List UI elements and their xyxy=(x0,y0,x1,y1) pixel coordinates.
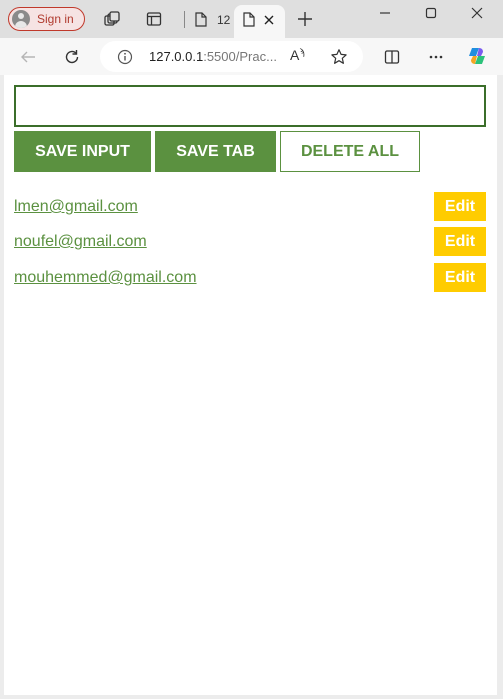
split-screen-icon[interactable] xyxy=(382,47,402,67)
avatar-icon xyxy=(12,10,30,28)
tab-actions-icon[interactable] xyxy=(144,9,164,29)
info-icon[interactable] xyxy=(117,49,133,65)
copilot-icon[interactable] xyxy=(465,44,489,68)
maximize-icon[interactable] xyxy=(422,4,440,22)
refresh-icon[interactable] xyxy=(62,47,82,67)
minimize-icon[interactable] xyxy=(376,4,394,22)
sign-in-button[interactable]: Sign in xyxy=(8,7,85,31)
tab-strip: Sign in 12 xyxy=(0,0,503,38)
lead-link[interactable]: noufel@gmail.com xyxy=(14,233,147,251)
back-icon[interactable] xyxy=(18,47,38,67)
workspaces-icon[interactable] xyxy=(102,9,122,29)
save-tab-button[interactable]: SAVE TAB xyxy=(155,131,276,172)
lead-link[interactable]: mouhemmed@gmail.com xyxy=(14,269,197,287)
lead-link[interactable]: lmen@gmail.com xyxy=(14,198,138,216)
page-icon xyxy=(195,12,207,27)
edit-button[interactable]: Edit xyxy=(434,263,486,292)
favorite-icon[interactable] xyxy=(330,48,348,66)
browser-toolbar: 127.0.0.1:5500/Prac... Aϡ xyxy=(0,38,503,75)
more-icon[interactable] xyxy=(426,47,446,67)
edit-button[interactable]: Edit xyxy=(434,227,486,256)
page-viewport: SAVE INPUT SAVE TAB DELETE ALL lmen@gmai… xyxy=(4,75,497,695)
tab-separator xyxy=(184,11,185,28)
read-aloud-icon[interactable]: Aϡ xyxy=(290,47,305,63)
address-bar[interactable]: 127.0.0.1:5500/Prac... Aϡ xyxy=(100,41,363,72)
lead-input[interactable] xyxy=(14,85,486,127)
edit-button[interactable]: Edit xyxy=(434,192,486,221)
page-icon xyxy=(243,12,255,27)
tab-title: 12 xyxy=(217,13,231,27)
delete-all-button[interactable]: DELETE ALL xyxy=(280,131,420,172)
tab-active[interactable] xyxy=(234,5,285,38)
sign-in-label: Sign in xyxy=(37,12,74,26)
close-icon[interactable] xyxy=(264,15,274,25)
close-window-icon[interactable] xyxy=(468,4,486,22)
tab-background[interactable]: 12 xyxy=(193,6,231,36)
url-text: 127.0.0.1:5500/Prac... xyxy=(149,49,277,64)
new-tab-icon[interactable] xyxy=(296,10,314,28)
save-input-button[interactable]: SAVE INPUT xyxy=(14,131,151,172)
